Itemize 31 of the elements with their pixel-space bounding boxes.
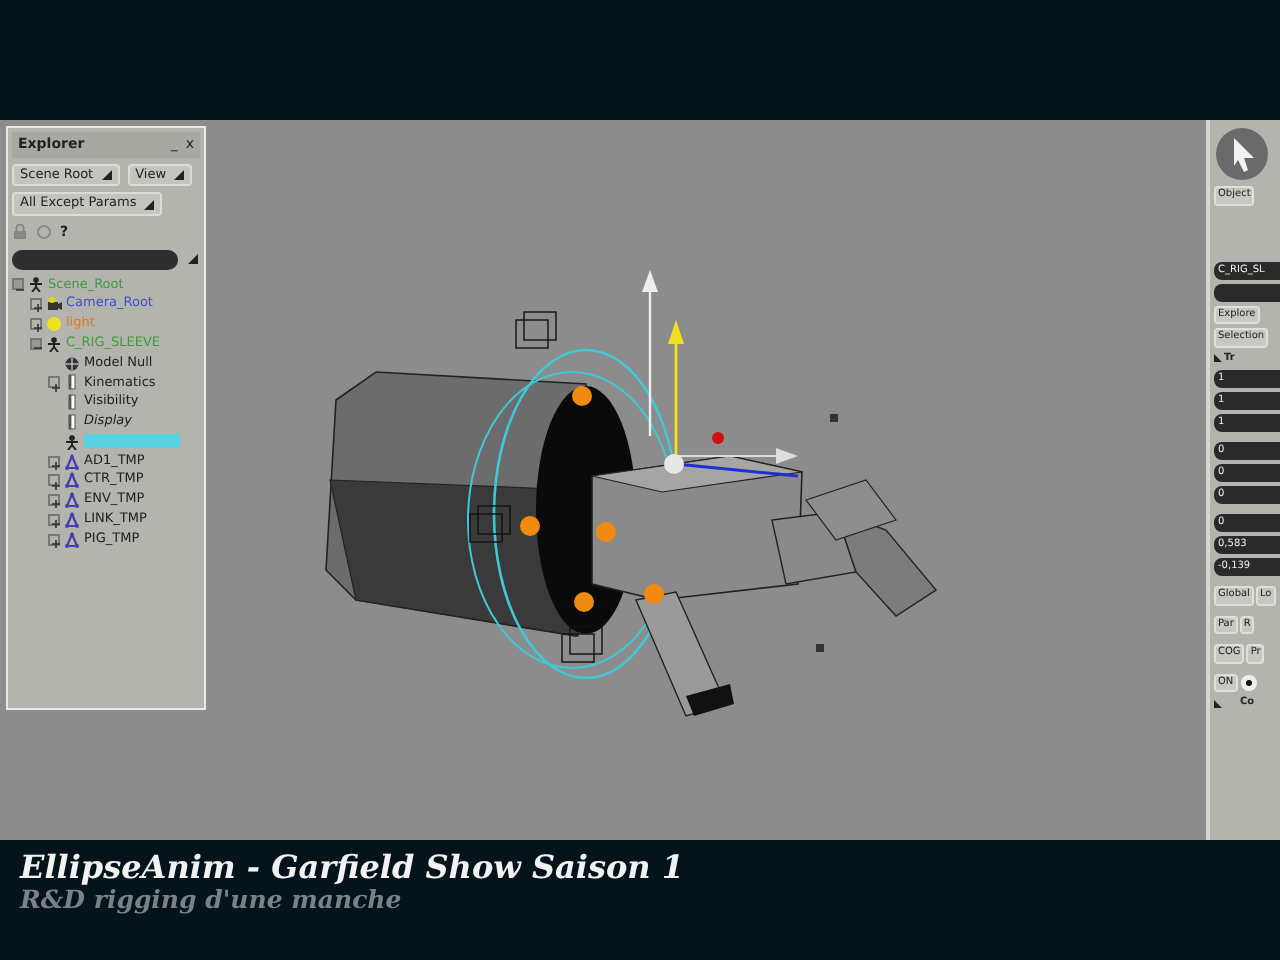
lock-icon xyxy=(12,224,28,241)
figure-icon xyxy=(28,276,44,293)
expand-toggle[interactable] xyxy=(48,533,60,546)
property-icon xyxy=(64,374,80,391)
expand-toggle[interactable] xyxy=(48,513,60,526)
expand-toggle[interactable] xyxy=(30,337,42,350)
arrow-cursor-icon xyxy=(1214,126,1270,182)
expand-toggle[interactable] xyxy=(12,278,24,291)
caret-icon xyxy=(1214,699,1222,708)
caret-icon xyxy=(1214,354,1222,363)
expand-toggle[interactable] xyxy=(48,494,60,507)
figure-icon xyxy=(46,335,62,352)
caret-icon xyxy=(186,252,200,266)
caret-icon xyxy=(174,169,185,180)
light-bulb-icon xyxy=(46,315,62,332)
triangle-nodes-icon xyxy=(64,531,80,548)
expand-toggle[interactable] xyxy=(48,455,60,468)
filter-field[interactable] xyxy=(12,249,178,269)
globe-icon xyxy=(64,355,80,372)
expand-toggle[interactable] xyxy=(48,376,60,389)
radio-icon xyxy=(1239,673,1258,692)
camera-icon xyxy=(46,296,62,313)
video-title: EllipseAnim - Garfield Show Saison 1 xyxy=(20,848,686,886)
video-subtitle: R&D rigging d'une manche xyxy=(20,886,404,914)
expand-toggle[interactable] xyxy=(30,298,42,311)
expand-toggle[interactable] xyxy=(48,474,60,487)
caret-icon xyxy=(144,199,155,210)
caret-icon xyxy=(101,169,112,180)
figure-icon xyxy=(64,433,80,450)
circle-icon xyxy=(36,224,52,241)
expand-toggle[interactable] xyxy=(30,317,42,330)
